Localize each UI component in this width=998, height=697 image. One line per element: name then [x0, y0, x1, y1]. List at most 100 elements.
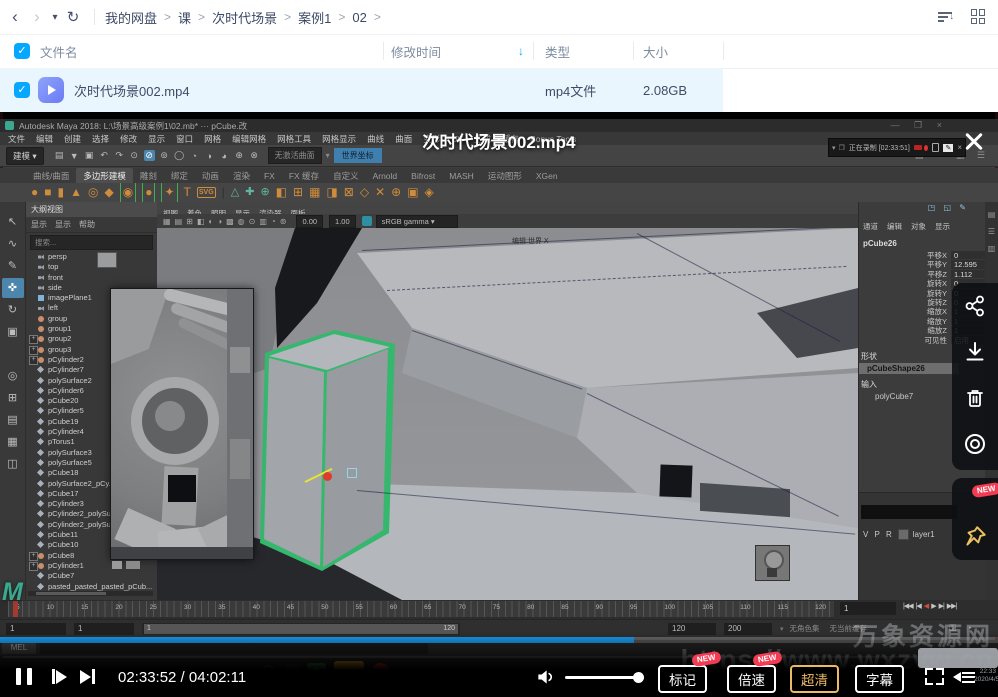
back-icon[interactable]: ‹ — [4, 7, 26, 27]
playback-button[interactable]: |◀ — [916, 602, 921, 610]
colorspace-dropdown[interactable]: sRGB gamma ▾ — [376, 215, 458, 228]
tab-strip-icon[interactable]: ☰ — [985, 227, 998, 236]
shelf-tool-icon[interactable]: ⊕ — [260, 183, 269, 202]
tool-icon[interactable]: ◫ — [2, 454, 24, 474]
refresh-icon[interactable]: ↻ — [62, 8, 84, 26]
viewport-toolbar-icon[interactable]: ▩ — [226, 217, 234, 226]
shelf-tool-icon[interactable]: SVG — [197, 187, 216, 198]
shelf-tab[interactable]: XGen — [529, 169, 565, 183]
sort-indicator-icon[interactable]: ↓ — [518, 44, 524, 58]
shelf-tab[interactable]: 曲线/曲面 — [26, 168, 76, 184]
shelf-tab[interactable]: 渲染 — [226, 168, 257, 184]
breadcrumb-item[interactable]: 课 — [178, 8, 191, 27]
viewport-toolbar-icon[interactable]: ⊚ — [280, 217, 287, 226]
shelf-tool-icon[interactable]: ✦ — [161, 183, 177, 202]
column-modified[interactable]: 修改时间 — [391, 42, 441, 61]
gamma-field[interactable]: 1.00 — [329, 215, 356, 228]
tab-strip-icon[interactable]: ▤ — [985, 210, 998, 219]
tool-icon[interactable]: ▦ — [2, 432, 24, 452]
reference-image-window[interactable] — [110, 288, 254, 560]
fullscreen-icon[interactable] — [925, 668, 944, 685]
breadcrumb-item[interactable]: 02 — [352, 10, 366, 25]
viewport-toolbar-icon[interactable]: ▦ — [163, 217, 171, 226]
download-icon[interactable] — [952, 329, 998, 375]
tool-icon[interactable]: ⊞ — [2, 388, 24, 408]
tab-strip-icon[interactable]: ▥ — [985, 244, 998, 253]
shelf-tab[interactable]: 绑定 — [164, 168, 195, 184]
shelf-tool-icon[interactable]: T — [184, 183, 191, 202]
outliner-menu-item[interactable]: 帮助 — [79, 220, 95, 229]
shelf-tab[interactable]: Bifrost — [404, 169, 442, 183]
tool-icon[interactable]: ↻ — [2, 300, 24, 320]
channel-attr-row[interactable]: 平移Z1.112 — [859, 270, 985, 279]
viewport-scene[interactable]: 编辑:世界 X — [157, 228, 858, 600]
viewport-toolbar-icon[interactable]: ◍ — [238, 217, 245, 226]
shelf-tab[interactable]: 动画 — [195, 168, 226, 184]
viewport-toolbar-icon[interactable]: ◔ — [271, 217, 276, 226]
shelf-tab[interactable]: 自定义 — [326, 168, 366, 184]
ref-window-control[interactable] — [112, 561, 122, 569]
volume-knob[interactable] — [633, 672, 644, 683]
tool-icon[interactable]: ✎ — [2, 256, 24, 276]
tool-icon[interactable]: ▤ — [2, 410, 24, 430]
shelf-tool-icon[interactable]: ◧ — [276, 183, 287, 202]
pause-button[interactable] — [16, 668, 32, 690]
outliner-item[interactable]: front — [26, 273, 157, 283]
outliner-item[interactable]: top — [26, 262, 157, 272]
shelf-tool-icon[interactable]: | — [222, 183, 225, 202]
breadcrumb-item[interactable]: 次时代场景 — [212, 8, 277, 27]
manipulator-center[interactable] — [323, 472, 332, 481]
close-icon[interactable] — [960, 128, 988, 156]
file-checkbox[interactable]: ✓ — [14, 82, 30, 98]
column-type[interactable]: 类型 — [545, 42, 570, 61]
shelf-tool-icon[interactable]: ⊠ — [344, 183, 354, 202]
channel-box-menu-item[interactable]: 通道 — [863, 222, 878, 231]
playback-button[interactable]: ◀ — [924, 602, 928, 610]
volume-slider[interactable] — [565, 676, 640, 679]
previous-button[interactable] — [52, 669, 67, 684]
column-size[interactable]: 大小 — [643, 42, 668, 61]
shelf-tool-icon[interactable]: ◉ — [120, 183, 136, 202]
shelf-tab[interactable]: 多边形建模 — [76, 168, 133, 184]
shelf-tool-icon[interactable]: ◎ — [88, 183, 98, 202]
outliner-menu-item[interactable]: 显示 — [31, 220, 47, 229]
current-frame-field[interactable]: 1 — [840, 602, 896, 615]
time-slider[interactable]: 5101520253035404550556065707580859095100… — [0, 600, 998, 619]
viewport-toolbar-icon[interactable]: ◑ — [217, 217, 222, 226]
viewport-toolbar-icon[interactable]: ⊙ — [249, 217, 256, 226]
shelf-tool-icon[interactable]: ▣ — [407, 183, 418, 202]
channel-box-corner-icons[interactable]: ◳ ◱ ✎ — [928, 203, 969, 212]
volume-icon[interactable] — [535, 667, 555, 687]
outliner-item[interactable]: pCube7 — [26, 571, 157, 581]
trash-icon[interactable] — [952, 375, 998, 421]
shelf-tab[interactable]: Arnold — [366, 169, 405, 183]
tool-icon[interactable]: ↖ — [2, 212, 24, 232]
layer-row[interactable]: V P R layer1 — [863, 529, 935, 540]
exposure-field[interactable]: 0.00 — [296, 215, 323, 228]
viewport-toolbar-icon[interactable]: ▤ — [175, 217, 183, 226]
outliner-menu-item[interactable]: 显示 — [55, 220, 71, 229]
shelf-tool-icon[interactable]: ● — [31, 183, 38, 202]
shelf-tool-icon[interactable]: ● — [142, 183, 155, 202]
shelf-tool-icon[interactable]: ◈ — [425, 183, 434, 202]
viewport-toolbar-icon[interactable]: ▥ — [259, 217, 267, 226]
shelf-tool-icon[interactable]: ⊕ — [391, 183, 401, 202]
shelf-tool-icon[interactable]: ✚ — [245, 183, 254, 202]
ref-window-control[interactable] — [126, 561, 140, 569]
viewport-toolbar-icon[interactable]: ◧ — [197, 217, 205, 226]
next-button[interactable] — [80, 669, 95, 684]
quality-button[interactable]: 超清 — [790, 665, 839, 693]
column-filename[interactable]: 文件名 — [40, 42, 78, 61]
tool-icon[interactable] — [2, 344, 24, 364]
outliner-scrollbar[interactable] — [28, 591, 153, 596]
shape-node[interactable]: pCubeShape26 — [859, 363, 959, 374]
shelf-tab[interactable]: FX — [257, 169, 282, 183]
playback-button[interactable]: |◀◀ — [903, 602, 913, 610]
layer-color-swatch[interactable] — [898, 529, 909, 540]
subtitle-button[interactable]: 字幕 — [855, 665, 904, 693]
shelf-tool-icon[interactable]: ◨ — [326, 183, 337, 202]
shelf-tool-icon[interactable]: ⊞ — [293, 183, 303, 202]
outliner-item[interactable]: persp — [26, 252, 157, 262]
viewport-toolbar-icon[interactable]: ◐ — [208, 217, 213, 226]
playback-button[interactable]: ▶| — [939, 602, 944, 610]
